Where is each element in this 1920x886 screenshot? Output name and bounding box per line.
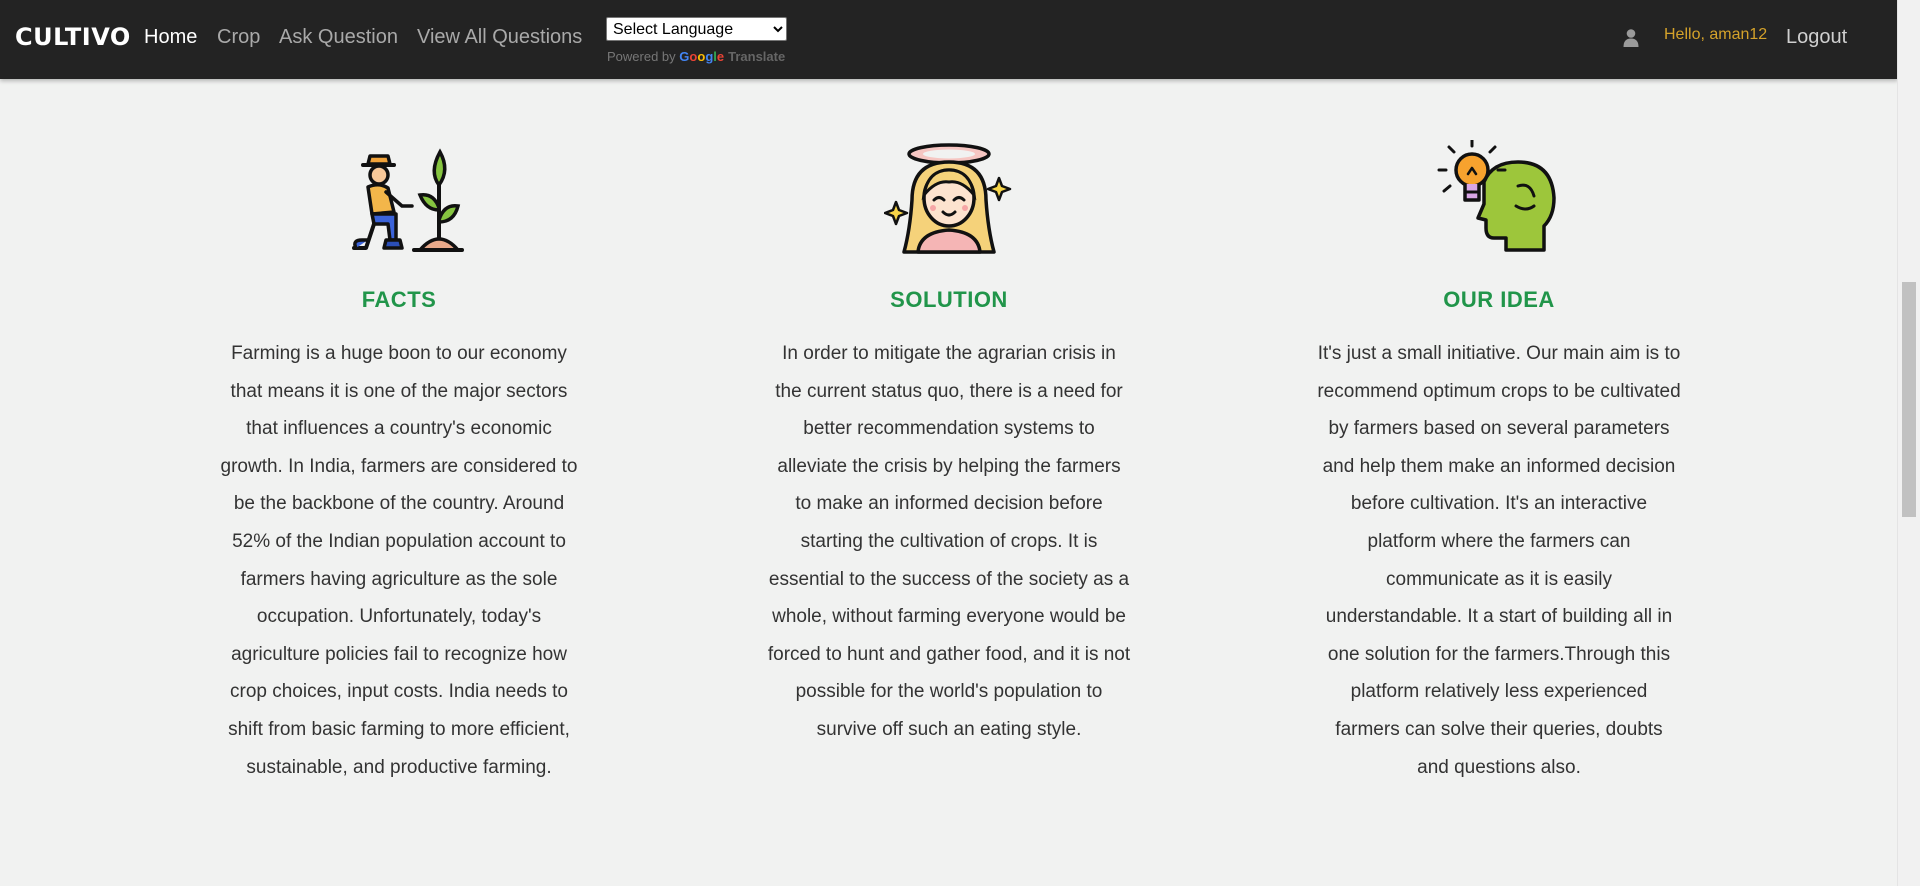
solution-title: SOLUTION [890,287,1008,312]
our-idea-title: OUR IDEA [1443,287,1555,312]
nav-ask-question[interactable]: Ask Question [279,26,398,49]
solution-text: In order to mitigate the agrarian crisis… [767,343,1131,740]
nav-crop[interactable]: Crop [217,26,260,49]
page-scrollbar[interactable] [1897,0,1920,886]
google-logo: Google [679,49,725,64]
powered-by-label: Powered by [607,49,676,64]
powered-by-google-translate: Powered by Google Translate [607,49,785,64]
facts-text: Farming is a huge boon to our economy th… [220,343,578,778]
logout-link[interactable]: Logout [1786,26,1847,49]
angel-girl-icon [884,143,1012,254]
user-greeting: Hello, aman12 [1664,26,1768,43]
scrollbar-thumb[interactable] [1902,282,1916,517]
solution-card: SOLUTION In order to mitigate the agrari… [759,140,1139,749]
facts-card: FACTS Farming is a huge boon to our econ… [209,140,589,786]
brand-logo[interactable]: CULTIVO [15,23,131,51]
our-idea-card: OUR IDEA It's just a small initiative. O… [1309,140,1689,786]
nav-home[interactable]: Home [144,26,197,49]
head-lightbulb-icon [1437,140,1556,252]
our-idea-text: It's just a small initiative. Our main a… [1317,343,1681,778]
user-icon[interactable] [1623,28,1639,48]
facts-title: FACTS [361,287,437,312]
top-navbar: CULTIVO Home Crop Ask Question View All … [0,0,1898,79]
translate-link[interactable]: Translate [728,49,785,64]
farmer-planting-icon [352,148,464,252]
nav-view-all-questions[interactable]: View All Questions [417,26,582,49]
language-select[interactable]: Select Language [606,17,787,41]
